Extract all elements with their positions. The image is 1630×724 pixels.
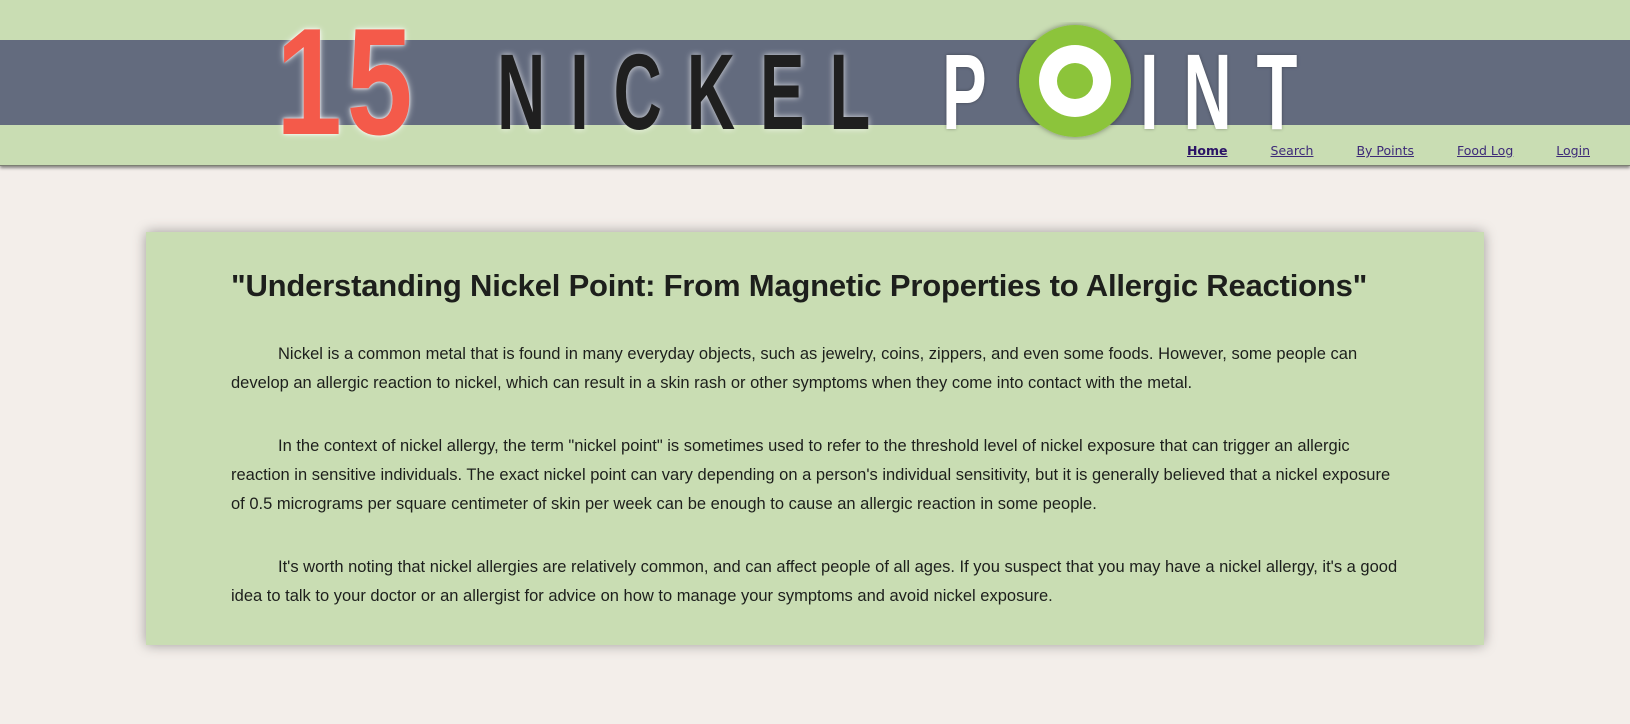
logo-number: 15 [276,0,418,167]
nav-food-log-link[interactable]: Food Log [1457,143,1513,158]
target-icon [1019,25,1131,137]
article-title: "Understanding Nickel Point: From Magnet… [231,268,1368,303]
logo-word-int: INT [1140,31,1323,152]
nav-search-link[interactable]: Search [1271,143,1314,158]
logo-letter-p: P [942,31,987,152]
nav-home-link[interactable]: Home [1187,143,1228,158]
main-nav: Home Search By Points Food Log Login [1144,143,1590,158]
article-card: "Understanding Nickel Point: From Magnet… [146,232,1484,645]
nav-login-link[interactable]: Login [1556,143,1590,158]
article-paragraph-3: It's worth noting that nickel allergies … [231,558,1398,605]
site-header: 15 NICKEL P INT Home Search By Points Fo… [0,0,1630,166]
article-paragraph-2: In the context of nickel allergy, the te… [231,437,1391,513]
logo-word-nickel: NICKEL [497,31,896,152]
site-logo[interactable]: 15 NICKEL P INT [0,0,1630,166]
article-paragraph-1: Nickel is a common metal that is found i… [231,345,1358,392]
nav-by-points-link[interactable]: By Points [1356,143,1414,158]
